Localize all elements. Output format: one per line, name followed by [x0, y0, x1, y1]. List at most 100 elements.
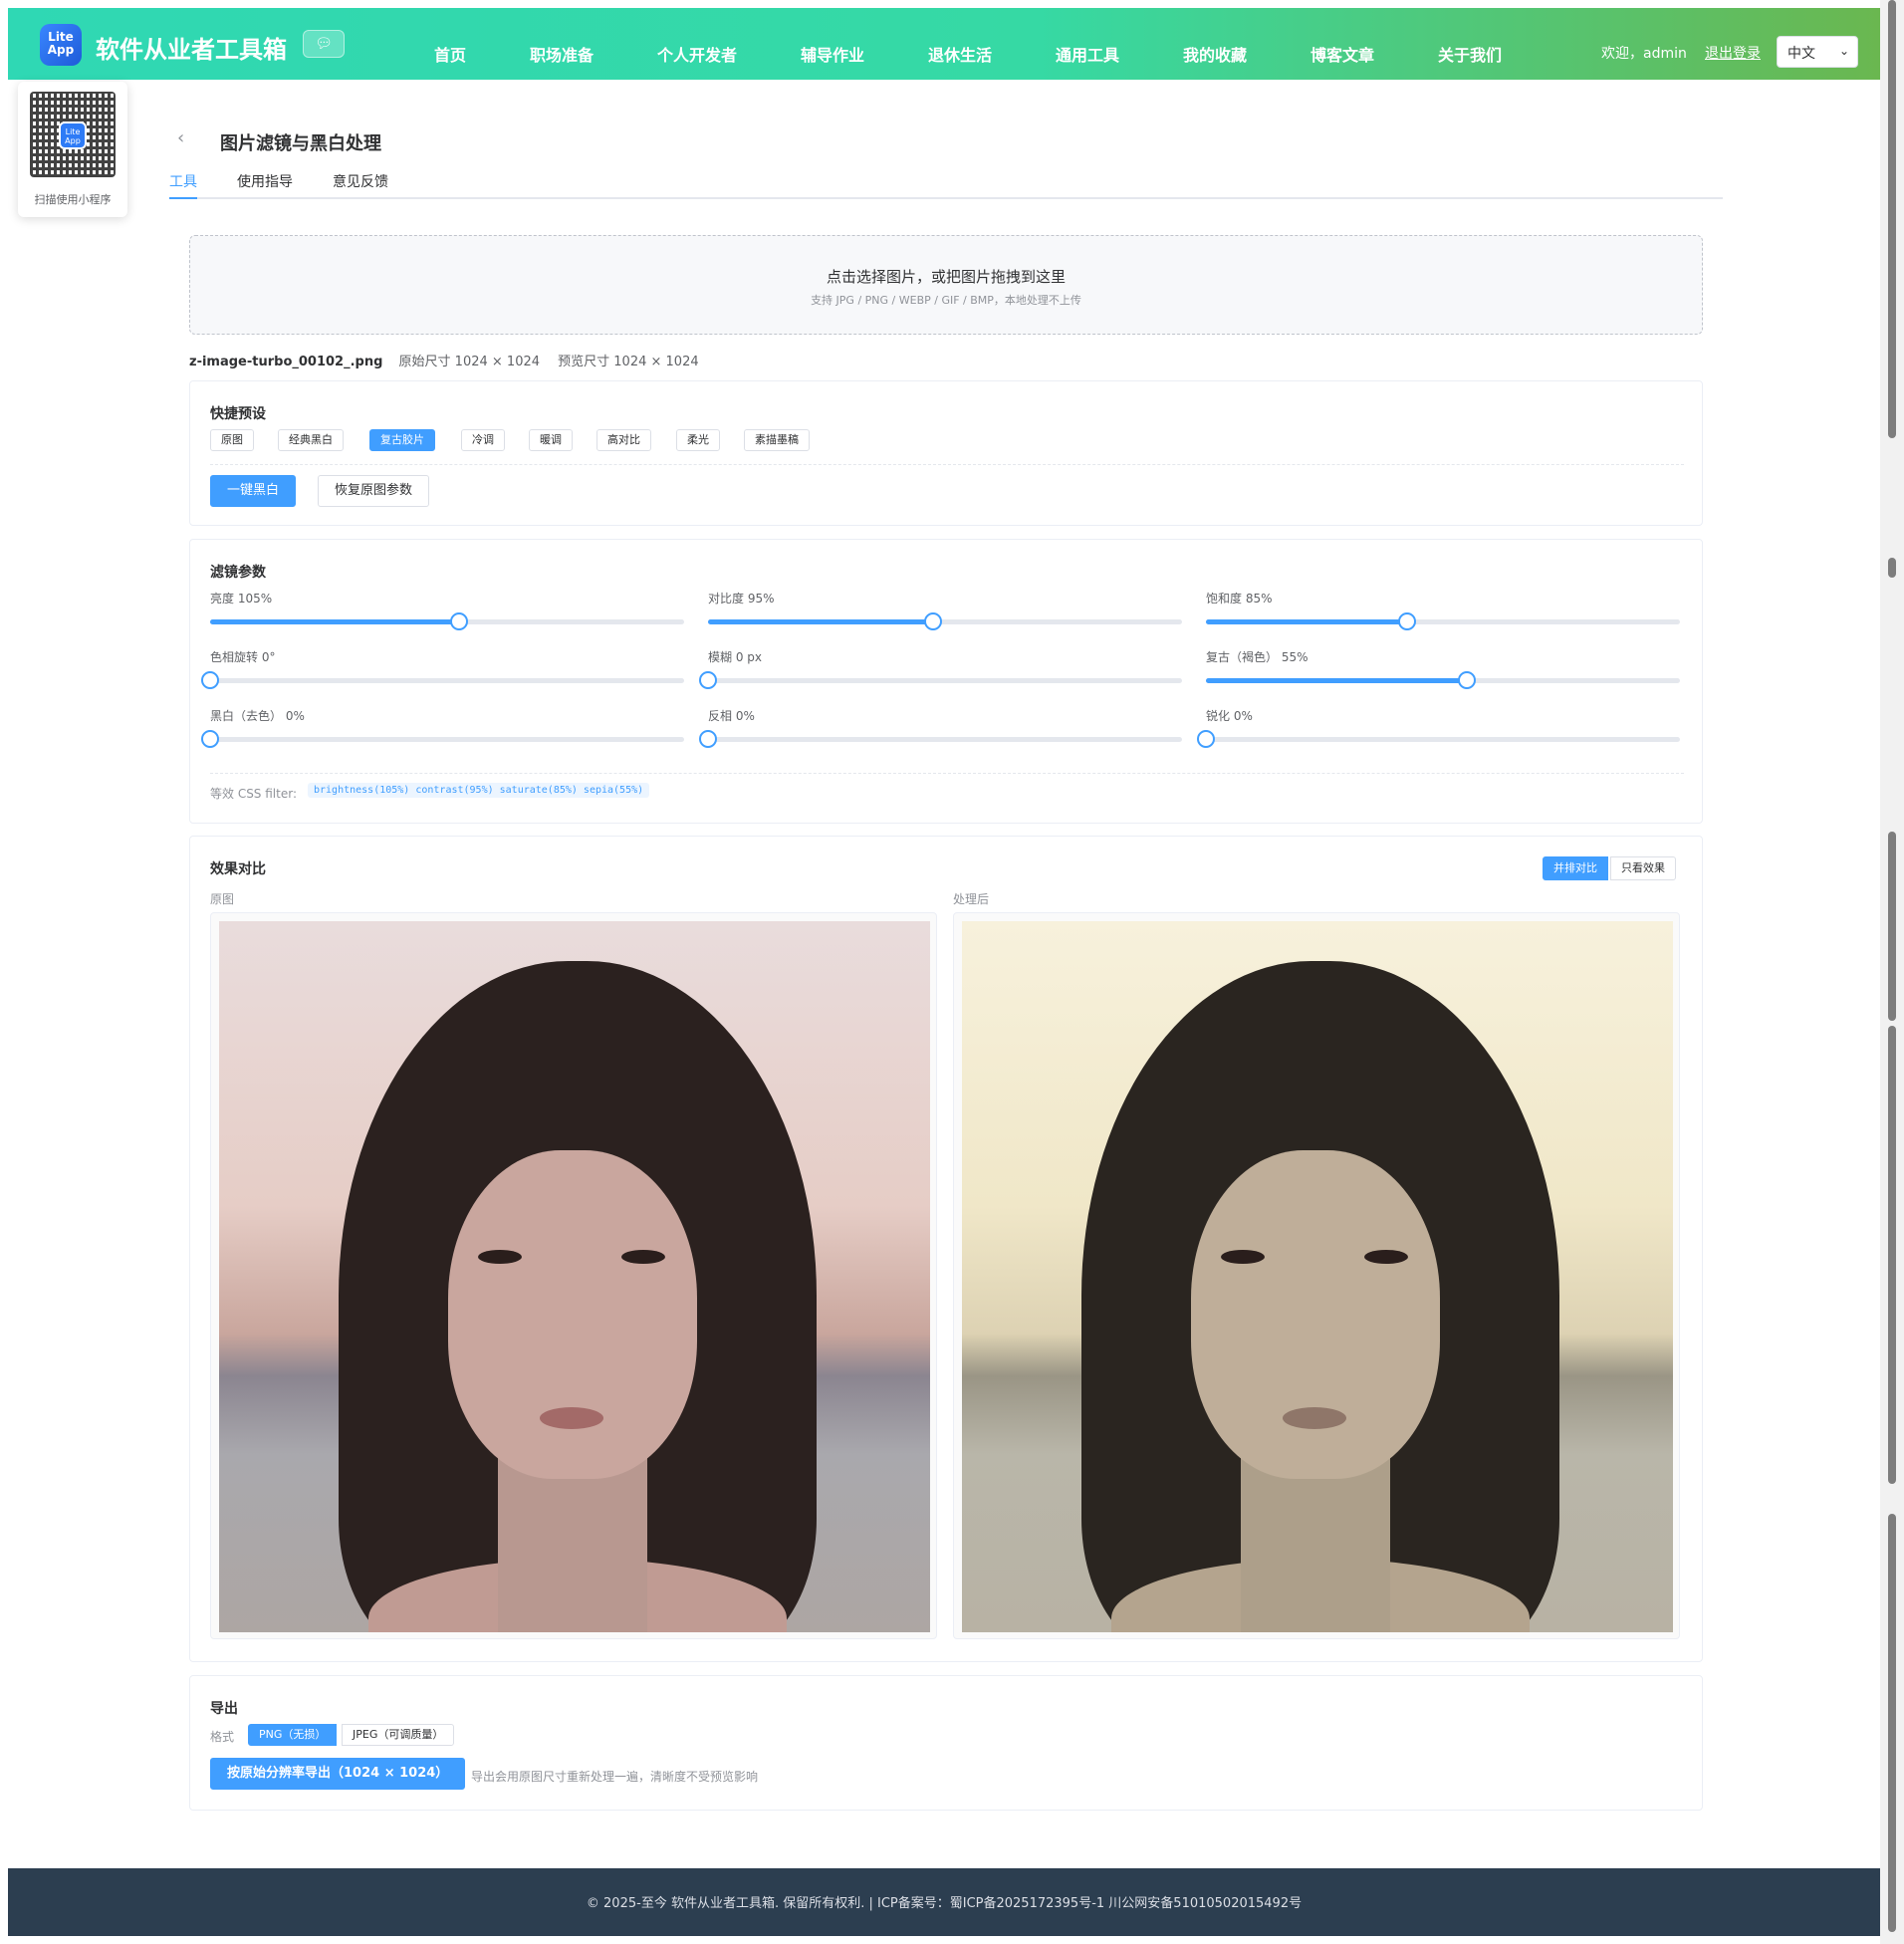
invert-slider[interactable] — [699, 730, 1182, 748]
scrollbar-thumb[interactable] — [1888, 1026, 1896, 1484]
app-logo-icon[interactable]: Lite App — [40, 24, 82, 66]
preview-size: 预览尺寸 1024 × 1024 — [558, 355, 699, 369]
presets-title: 快捷预设 — [210, 406, 266, 422]
preset-classic-bw[interactable]: 经典黑白 — [278, 429, 344, 451]
face-shape — [1191, 1150, 1440, 1479]
format-png[interactable]: PNG（无损） — [248, 1724, 338, 1746]
lips-shape — [1283, 1407, 1346, 1429]
blur-slider[interactable] — [699, 671, 1182, 689]
slider-fill — [210, 619, 459, 624]
scrollbar-thumb[interactable] — [1888, 832, 1896, 1021]
processed-label: 处理后 — [953, 892, 990, 906]
grayscale-slider[interactable] — [201, 730, 684, 748]
slider-handle[interactable] — [699, 671, 717, 689]
chevron-down-icon: ⌄ — [1838, 44, 1849, 58]
active-tab-indicator — [169, 197, 197, 199]
tab-tool[interactable]: 工具 — [169, 171, 197, 191]
nav-about[interactable]: 关于我们 — [1438, 42, 1502, 66]
export-button[interactable]: 按原始分辨率导出（1024 × 1024） — [210, 1758, 466, 1790]
original-size: 原始尺寸 1024 × 1024 — [398, 355, 541, 369]
file-info: z-image-turbo_00102_.png 原始尺寸 1024 × 102… — [189, 351, 713, 369]
sharpen-slider[interactable] — [1197, 730, 1680, 748]
brightness-slider[interactable] — [210, 612, 684, 630]
sepia-label: 复古（褐色） 55% — [1206, 650, 1309, 664]
mode-side-by-side[interactable]: 并排对比 — [1543, 856, 1608, 880]
site-title[interactable]: 软件从业者工具箱 — [96, 30, 287, 65]
tab-feedback[interactable]: 意见反馈 — [333, 171, 388, 191]
tab-guide[interactable]: 使用指导 — [237, 171, 293, 191]
logout-link[interactable]: 退出登录 — [1705, 43, 1761, 63]
slider-handle[interactable] — [1398, 612, 1417, 630]
upload-title: 点击选择图片，或把图片拖拽到这里 — [826, 268, 1066, 286]
face-shape — [448, 1150, 697, 1479]
slider-handle[interactable] — [924, 612, 943, 630]
slider-handle[interactable] — [1457, 671, 1476, 689]
reset-params-button[interactable]: 恢复原图参数 — [318, 475, 430, 507]
file-name: z-image-turbo_00102_.png — [189, 355, 383, 369]
preset-vintage-film[interactable]: 复古胶片 — [369, 429, 435, 451]
mode-result-only[interactable]: 只看效果 — [1610, 856, 1676, 880]
slider-handle[interactable] — [449, 612, 468, 630]
upload-hint: 支持 JPG / PNG / WEBP / GIF / BMP，本地处理不上传 — [811, 294, 1081, 307]
qr-center-logo-icon: Lite App — [59, 122, 87, 149]
nav-career[interactable]: 职场准备 — [530, 42, 594, 66]
page-title: 图片滤镜与黑白处理 — [220, 133, 381, 154]
export-hint: 导出会用原图尺寸重新处理一遍，清晰度不受预览影响 — [471, 1770, 759, 1784]
slider-handle[interactable] — [1197, 730, 1215, 748]
preset-original[interactable]: 原图 — [210, 429, 254, 451]
preset-warm[interactable]: 暖调 — [529, 429, 573, 451]
preset-cool[interactable]: 冷调 — [461, 429, 505, 451]
qr-label: 扫描使用小程序 — [34, 193, 112, 206]
saturation-label: 饱和度 85% — [1206, 592, 1273, 606]
css-filter-code: brightness(105%) contrast(95%) saturate(… — [308, 783, 650, 798]
filters-title: 滤镜参数 — [210, 565, 266, 581]
sepia-slider[interactable] — [1206, 671, 1680, 689]
eye-shape — [621, 1250, 665, 1264]
original-photo — [219, 921, 930, 1632]
divider — [210, 773, 1684, 774]
slider-handle[interactable] — [201, 671, 219, 689]
compare-title: 效果对比 — [210, 861, 266, 877]
format-jpeg[interactable]: JPEG（可调质量） — [342, 1724, 455, 1746]
hue-rotate-label: 色相旋转 0° — [210, 650, 276, 664]
invert-label: 反相 0% — [708, 709, 755, 723]
one-click-bw-button[interactable]: 一键黑白 — [210, 475, 297, 507]
preset-soft-light[interactable]: 柔光 — [676, 429, 720, 451]
image-upload-dropzone[interactable]: 点击选择图片，或把图片拖拽到这里 支持 JPG / PNG / WEBP / G… — [189, 235, 1703, 335]
preset-sketch[interactable]: 素描墨稿 — [744, 429, 810, 451]
format-label: 格式 — [210, 1730, 235, 1744]
scrollbar-thumb[interactable] — [1888, 0, 1896, 438]
language-select[interactable]: 中文 ⌄ — [1777, 36, 1858, 68]
nav-indie-dev[interactable]: 个人开发者 — [657, 42, 737, 66]
top-header: Lite App 软件从业者工具箱 💬︎ 首页 职场准备 个人开发者 辅导作业 … — [8, 8, 1880, 80]
nav-home[interactable]: 首页 — [434, 42, 466, 66]
nav-homework[interactable]: 辅导作业 — [801, 42, 864, 66]
nav-tools[interactable]: 通用工具 — [1056, 42, 1119, 66]
css-filter-label: 等效 CSS filter: — [210, 787, 297, 801]
blur-label: 模糊 0 px — [708, 650, 762, 664]
scrollbar-thumb[interactable] — [1888, 558, 1896, 578]
nav-retirement[interactable]: 退休生活 — [928, 42, 992, 66]
page-scrollbar[interactable] — [1880, 0, 1904, 1944]
slider-handle[interactable] — [699, 730, 717, 748]
preset-high-contrast[interactable]: 高对比 — [596, 429, 651, 451]
miniapp-qr-card[interactable]: Lite App 扫描使用小程序 — [18, 82, 127, 217]
nav-blog[interactable]: 博客文章 — [1310, 42, 1374, 66]
chat-bubble-icon[interactable]: 💬︎ — [303, 30, 345, 58]
welcome-text: 欢迎，admin — [1601, 46, 1687, 62]
footer: © 2025-至今 软件从业者工具箱. 保留所有权利. | ICP备案号：蜀IC… — [8, 1868, 1880, 1936]
compare-card: 效果对比 并排对比 只看效果 原图 处理后 — [189, 836, 1703, 1662]
slider-handle[interactable] — [201, 730, 219, 748]
contrast-slider[interactable] — [708, 612, 1182, 630]
saturation-slider[interactable] — [1206, 612, 1680, 630]
divider — [210, 464, 1684, 465]
scrollbar-thumb[interactable] — [1888, 1514, 1896, 1932]
slider-fill — [708, 619, 934, 624]
hue-rotate-slider[interactable] — [201, 671, 684, 689]
eye-shape — [1364, 1250, 1408, 1264]
processed-image-frame — [953, 912, 1680, 1639]
back-arrow-icon[interactable]: ‹ — [177, 127, 184, 148]
processed-photo — [962, 921, 1673, 1632]
nav-favorites[interactable]: 我的收藏 — [1183, 42, 1247, 66]
tab-bar: 工具 使用指导 意见反馈 — [169, 169, 1723, 199]
